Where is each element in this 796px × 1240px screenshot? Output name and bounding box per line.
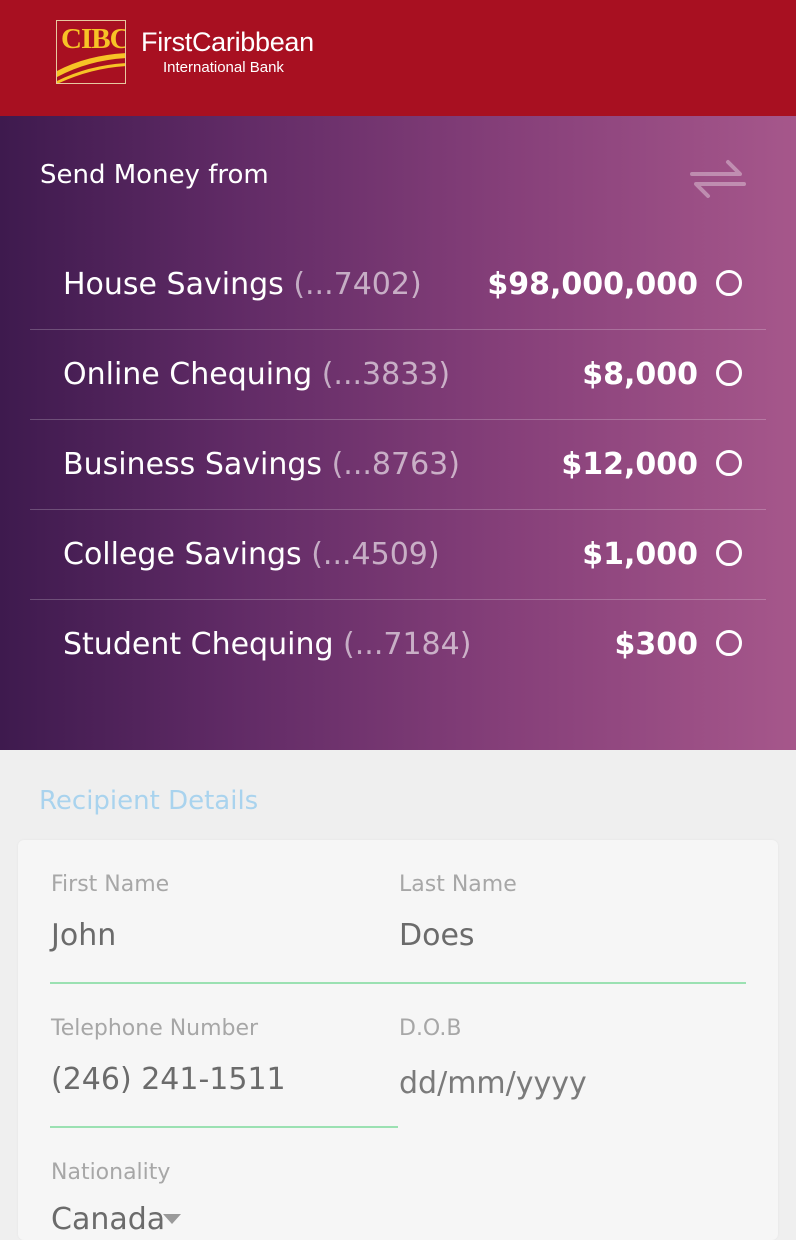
swap-arrows-icon[interactable] (688, 156, 748, 202)
account-number: (...7402) (293, 267, 422, 302)
account-radio-button[interactable] (716, 360, 742, 386)
account-row-online-chequing[interactable]: Online Chequing (...3833) $8,000 (30, 330, 766, 420)
recipient-details-title: Recipient Details (39, 786, 259, 816)
account-name: Student Chequing (...7184) (63, 627, 472, 662)
nationality-label: Nationality (51, 1160, 171, 1185)
cibc-logo: CIBC (56, 20, 126, 84)
brand-subtitle: International Bank (163, 59, 284, 76)
logo-swoosh-icon (57, 53, 125, 83)
recipient-form: First Name John Last Name Does Telephone… (18, 840, 778, 1240)
send-money-title: Send Money from (40, 160, 269, 190)
account-radio-button[interactable] (716, 540, 742, 566)
account-name: Online Chequing (...3833) (63, 357, 451, 392)
account-name: College Savings (...4509) (63, 537, 440, 572)
account-number: (...4509) (311, 537, 440, 572)
account-number: (...3833) (321, 357, 451, 392)
telephone-field-underline (50, 1126, 398, 1128)
account-row-student-chequing[interactable]: Student Chequing (...7184) $300 (30, 600, 766, 690)
account-row-college-savings[interactable]: College Savings (...4509) $1,000 (30, 510, 766, 600)
dob-field[interactable]: dd/mm/yyyy (399, 1066, 587, 1101)
account-balance: $8,000 (582, 357, 698, 392)
first-name-label: First Name (51, 872, 170, 897)
first-name-field[interactable]: John (51, 918, 116, 953)
brand-name: FirstCaribbean (141, 27, 314, 57)
account-balance: $12,000 (561, 447, 698, 482)
account-balance: $1,000 (582, 537, 698, 572)
account-row-business-savings[interactable]: Business Savings (...8763) $12,000 (30, 420, 766, 510)
last-name-label: Last Name (399, 872, 517, 897)
account-radio-button[interactable] (716, 630, 742, 656)
account-row-house-savings[interactable]: House Savings (...7402) $98,000,000 (30, 240, 766, 330)
name-field-underline (50, 982, 746, 984)
account-number: (...8763) (331, 447, 460, 482)
send-money-panel: Send Money from House Savings (...7402) … (0, 116, 796, 750)
telephone-label: Telephone Number (51, 1016, 259, 1041)
account-balance: $300 (614, 627, 699, 662)
app-header: CIBC FirstCaribbean International Bank (0, 0, 796, 116)
telephone-field[interactable]: (246) 241-1511 (51, 1062, 286, 1097)
account-radio-button[interactable] (716, 270, 742, 296)
account-name: House Savings (...7402) (63, 267, 422, 302)
account-balance: $98,000,000 (487, 267, 698, 302)
last-name-field[interactable]: Does (399, 918, 475, 953)
chevron-down-icon[interactable] (163, 1214, 181, 1224)
dob-label: D.O.B (399, 1016, 462, 1041)
account-number: (...7184) (343, 627, 472, 662)
account-radio-button[interactable] (716, 450, 742, 476)
account-name: Business Savings (...8763) (63, 447, 460, 482)
